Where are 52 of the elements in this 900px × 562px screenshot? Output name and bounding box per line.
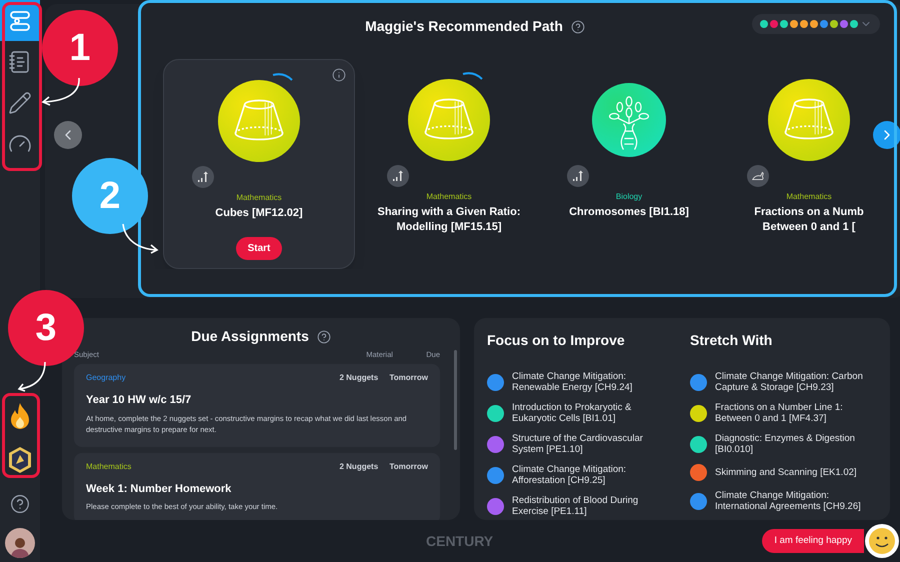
curved-arrow [40, 76, 82, 106]
topic-link[interactable]: Redistribution of Blood During Exercise [PE1.11] [512, 495, 674, 517]
bar-arrow-icon [392, 170, 404, 182]
flame-icon [8, 402, 32, 430]
panel-title: Due Assignments [191, 327, 309, 346]
subject-label: Biology [616, 191, 642, 203]
help-icon[interactable] [316, 330, 331, 344]
subject-label: Mathematics [786, 191, 832, 203]
material-count: 2 Nuggets [339, 372, 380, 384]
section-title: Stretch With [690, 331, 774, 350]
pencil-icon [8, 90, 32, 114]
topic-link[interactable]: Fractions on a Number Line 1: Between 0 and 1 [MF4.37] [715, 402, 877, 424]
previous-button[interactable] [54, 121, 82, 149]
due-date: Tomorrow [389, 460, 428, 473]
lesson-card[interactable]: Mathematics Cubes [MF12.02] Start [163, 59, 355, 269]
topic-link[interactable]: Climate Change Mitigation: Renewable Energy [CH9.24] [512, 371, 674, 393]
subject-label: Geography [86, 372, 127, 384]
bar-arrow-icon [572, 170, 584, 182]
start-button[interactable]: Start [236, 237, 282, 260]
smiley-icon [864, 523, 900, 559]
topic-link[interactable]: Diagnostic: Enzymes & Digestion [BI0.010] [715, 433, 877, 455]
topic-link[interactable]: Introduction to Prokaryotic & Eukaryotic Cells [BI1.01] [512, 402, 674, 424]
curved-arrow [15, 360, 47, 392]
subject-label: Mathematics [236, 192, 282, 204]
panel-title: Maggie's Recommended Path [365, 17, 563, 36]
mood-button[interactable]: I am feeling happy [762, 529, 864, 553]
assignment-title: Week 1: Number Homework [86, 482, 232, 497]
avatar[interactable] [5, 528, 35, 558]
help-icon[interactable] [570, 20, 585, 34]
assignment-title: Year 10 HW w/c 15/7 [86, 393, 192, 408]
section-title: Focus on to Improve [487, 331, 626, 350]
due-date: Tomorrow [389, 372, 428, 384]
topic-link[interactable]: Skimming and Scanning [EK1.02] [715, 467, 857, 478]
curved-arrow [120, 222, 160, 254]
lesson-title: Sharing with a Given Ratio: Modelling [MF15.15] [376, 205, 522, 235]
topic-link[interactable]: Climate Change Mitigation: Afforestation [CH9.25] [512, 464, 674, 486]
subject-filter-dropdown[interactable] [752, 14, 880, 34]
century-logo: CENTURY [426, 532, 494, 550]
help-icon [10, 494, 30, 514]
topic-link[interactable]: Climate Change Mitigation: International Agreements [CH9.26] [715, 490, 877, 512]
info-icon[interactable] [332, 68, 346, 82]
lesson-title: Cubes [MF12.02] [214, 206, 304, 221]
subject-label: Mathematics [86, 460, 132, 473]
material-count: 2 Nuggets [339, 460, 380, 473]
hexagon-badge-icon [8, 446, 32, 474]
lesson-title: Fractions on a Numb Between 0 and 1 [ [753, 205, 865, 235]
topic-link[interactable]: Climate Change Mitigation: Carbon Capture & Storage [CH9.23] [715, 371, 877, 393]
path-icon [8, 8, 32, 32]
topic-link[interactable]: Structure of the Cardiovascular System [PE1.10] [512, 433, 674, 455]
bar-arrow-icon [197, 171, 209, 183]
lesson-title: Chromosomes [BI1.18] [568, 205, 690, 220]
subject-label: Mathematics [426, 191, 472, 203]
